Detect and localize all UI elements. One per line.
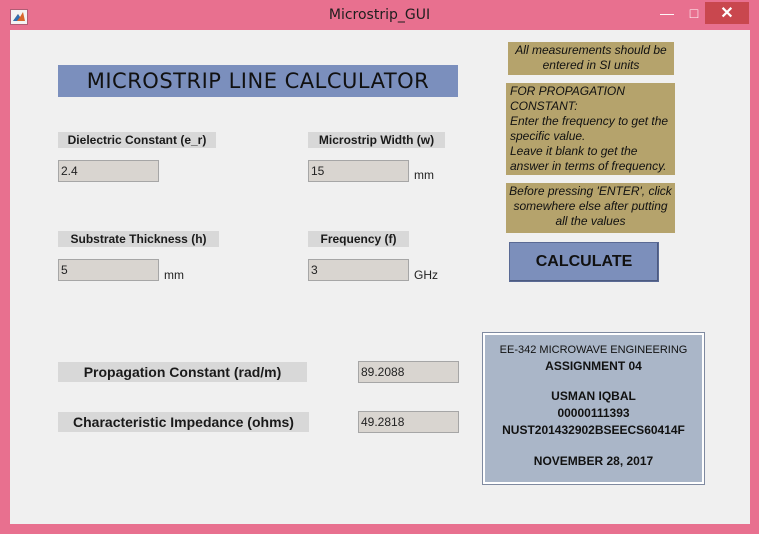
student-id: 00000111393 <box>557 406 630 420</box>
minimize-icon: — <box>660 5 674 21</box>
note-line: answer in terms of frequency. <box>510 159 667 173</box>
characteristic-impedance-output: 49.2818 <box>358 411 459 433</box>
note-line: Leave it blank to get the <box>510 144 638 158</box>
si-units-note: All measurements should be entered in SI… <box>508 42 674 75</box>
page-title: MICROSTRIP LINE CALCULATOR <box>58 65 458 97</box>
author-info-panel: EE-342 MICROWAVE ENGINEERING ASSIGNMENT … <box>482 332 705 485</box>
close-button[interactable]: ✕ <box>705 2 749 24</box>
substrate-thickness-label: Substrate Thickness (h) <box>58 231 219 247</box>
note-line: Enter the frequency to get the <box>510 114 669 128</box>
propagation-constant-output: 89.2088 <box>358 361 459 383</box>
note-line: somewhere else after putting <box>513 199 668 213</box>
thickness-unit: mm <box>164 268 184 282</box>
figure-panel: MICROSTRIP LINE CALCULATOR Dielectric Co… <box>10 30 750 524</box>
submission-date: NOVEMBER 28, 2017 <box>533 454 654 468</box>
close-icon: ✕ <box>720 5 734 22</box>
frequency-label: Frequency (f) <box>308 231 409 247</box>
characteristic-impedance-label: Characteristic Impedance (ohms) <box>58 412 309 432</box>
note-line: All measurements should be <box>515 43 667 57</box>
window-title: Microstrip_GUI <box>328 7 431 23</box>
frequency-input[interactable]: 3 <box>308 259 409 281</box>
note-line: all the values <box>555 214 626 228</box>
assignment-number: ASSIGNMENT 04 <box>545 359 642 373</box>
minimize-button[interactable]: — <box>652 2 682 24</box>
student-name: USMAN IQBAL <box>551 389 636 403</box>
registration-number: NUST201432902BSEECS60414F <box>502 423 685 437</box>
dielectric-constant-input[interactable]: 2.4 <box>58 160 159 182</box>
course-name: EE-342 MICROWAVE ENGINEERING <box>499 344 688 356</box>
frequency-unit: GHz <box>414 268 438 282</box>
microstrip-width-label: Microstrip Width (w) <box>308 132 445 148</box>
propagation-constant-note: FOR PROPAGATION CONSTANT: Enter the freq… <box>506 83 675 175</box>
propagation-constant-label: Propagation Constant (rad/m) <box>58 362 307 382</box>
calculate-button[interactable]: CALCULATE <box>509 242 659 282</box>
window-titlebar[interactable]: Microstrip_GUI — □ ✕ <box>0 0 759 30</box>
note-line: specific value. <box>510 129 586 143</box>
substrate-thickness-input[interactable]: 5 <box>58 259 159 281</box>
width-unit: mm <box>414 168 434 182</box>
microstrip-width-input[interactable]: 15 <box>308 160 409 182</box>
enter-key-note: Before pressing 'ENTER', click somewhere… <box>506 183 675 233</box>
note-line: Before pressing 'ENTER', click <box>509 184 672 198</box>
note-line: FOR PROPAGATION <box>510 84 625 98</box>
maximize-icon: □ <box>689 5 699 21</box>
dielectric-constant-label: Dielectric Constant (e_r) <box>58 132 216 148</box>
note-line: entered in SI units <box>542 58 640 72</box>
note-line: CONSTANT: <box>510 99 578 113</box>
